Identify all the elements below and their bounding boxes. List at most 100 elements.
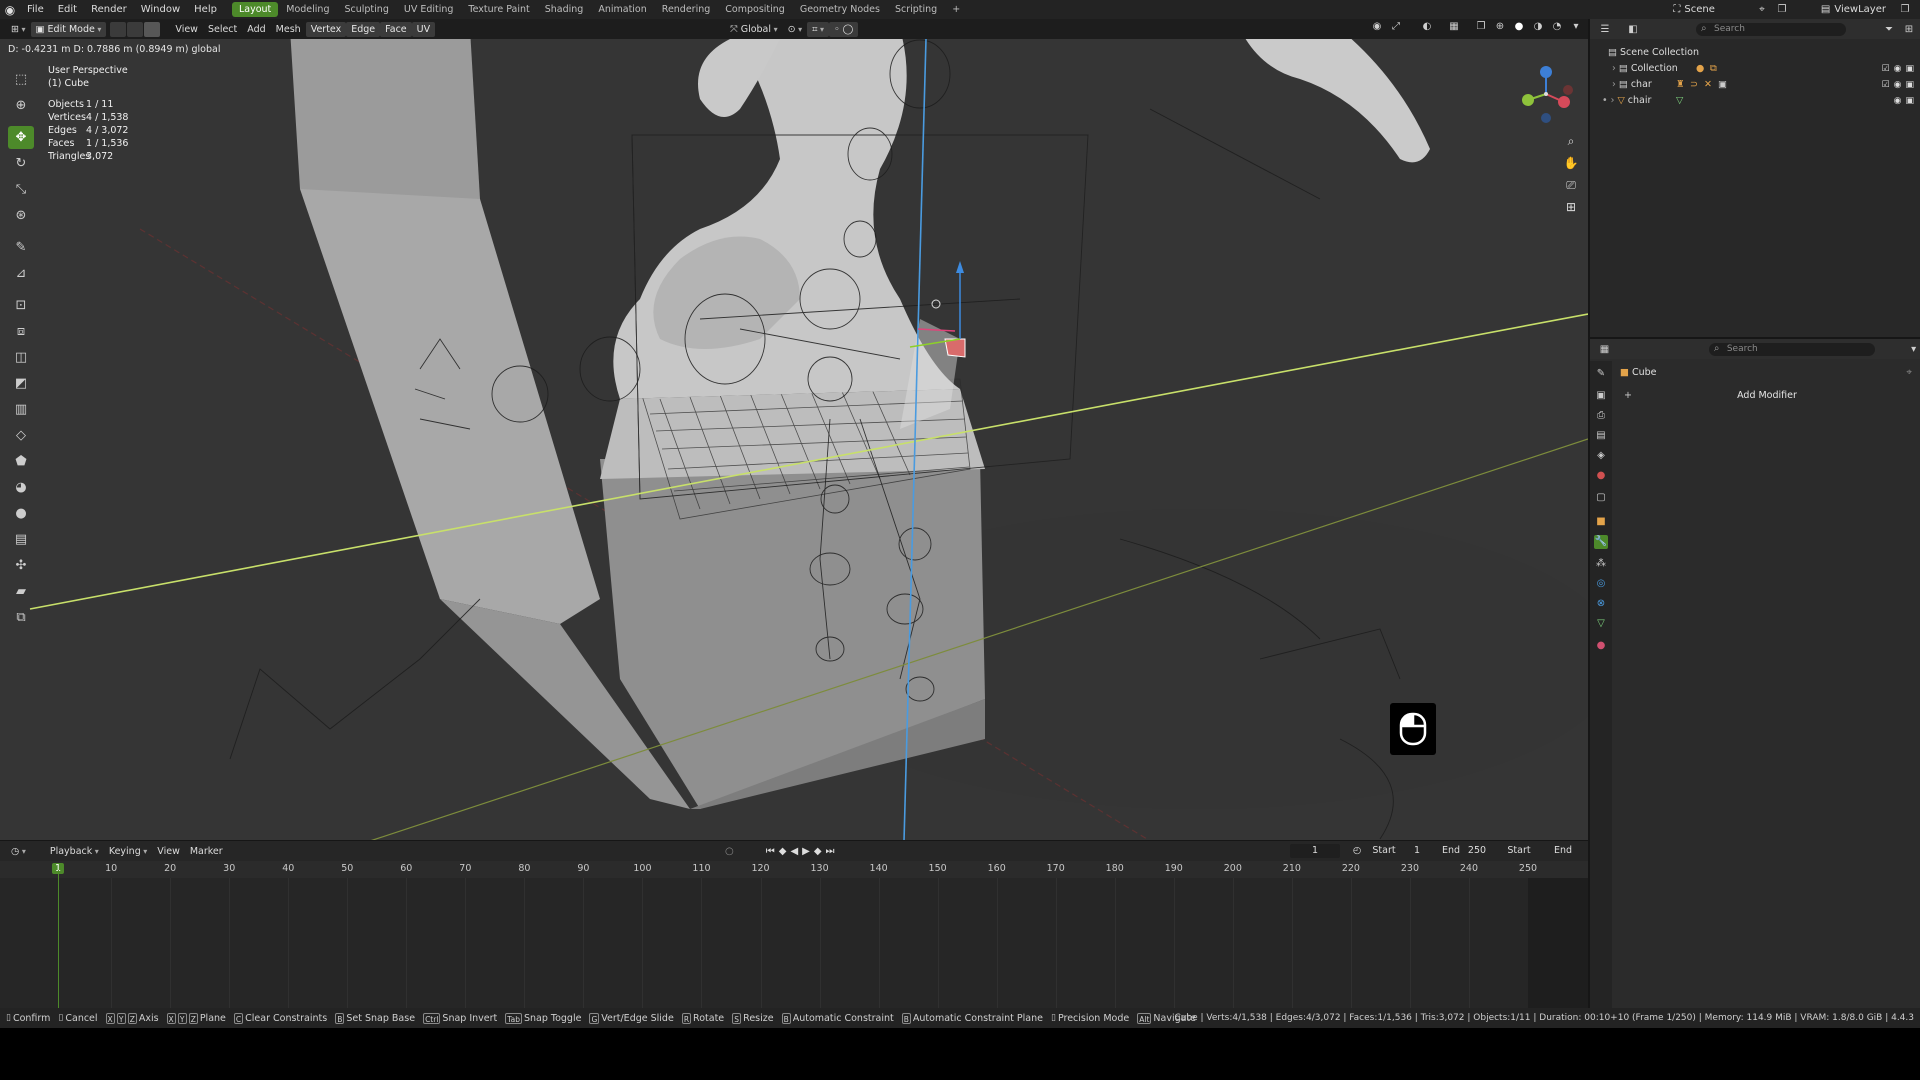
rip-region-icon[interactable]: ⧉ (8, 606, 34, 629)
pin-icon[interactable]: ⌖ (1906, 367, 1912, 378)
collection-tab-icon[interactable]: ▢ (1594, 491, 1608, 505)
snap-icon[interactable]: ⌗ (807, 21, 830, 37)
wireframe-shading-icon[interactable]: ⊕ (1493, 20, 1507, 33)
spin-icon[interactable]: ◕ (8, 476, 34, 499)
mesh-overlay-icon[interactable]: ▦ (1447, 20, 1461, 33)
menu-view[interactable]: View (170, 22, 203, 37)
modifier-tab-icon[interactable]: 🔧 (1594, 535, 1608, 549)
gizmo-toggle-icon[interactable]: ⤢ (1389, 20, 1403, 33)
bevel-icon[interactable]: ◩ (8, 372, 34, 395)
camera-view-icon[interactable]: ⎚ (1562, 176, 1580, 194)
pivot-icon[interactable]: ⊙ (783, 22, 808, 37)
axis-gizmo-icon[interactable] (1516, 62, 1576, 132)
constraints-tab-icon[interactable]: ⊗ (1594, 597, 1608, 611)
eye-icon[interactable]: ◉ (1894, 93, 1902, 109)
play-icon[interactable]: ▶ (802, 846, 810, 857)
render-icon[interactable]: ▣ (1905, 93, 1914, 109)
add-modifier-button[interactable]: + Add Modifier (1618, 387, 1916, 405)
scene-tab-icon[interactable]: ◈ (1594, 449, 1608, 463)
transform-orientation[interactable]: ⤧ Global (725, 22, 783, 37)
extrude-icon[interactable]: ⧈ (8, 320, 34, 343)
add-cube-icon[interactable]: ⊡ (8, 294, 34, 317)
view-layer-selector[interactable]: ▤ ViewLayer (1815, 3, 1892, 17)
menu-render[interactable]: Render (84, 0, 134, 19)
scale-icon[interactable]: ⤡ (8, 178, 34, 201)
zoom-icon[interactable]: ⌕ (1562, 132, 1580, 150)
tab-uv-editing[interactable]: UV Editing (397, 2, 461, 17)
exclude-checkbox[interactable]: ☑ (1882, 77, 1890, 93)
playhead[interactable] (58, 870, 59, 1008)
face-select-icon[interactable] (144, 21, 161, 37)
menu-timeline-view[interactable]: View (152, 844, 185, 859)
tool-tab-icon[interactable]: ✎ (1594, 367, 1608, 381)
properties-options-icon[interactable]: ▾ (1907, 343, 1920, 356)
add-workspace-icon[interactable]: + (945, 2, 967, 17)
measure-icon[interactable]: ⊿ (8, 262, 34, 285)
editor-type-icon[interactable]: ⊞ (6, 22, 31, 37)
knife-icon[interactable]: ◇ (8, 424, 34, 447)
tab-scripting[interactable]: Scripting (888, 2, 944, 17)
timeline-area[interactable] (0, 878, 1588, 1008)
render-icon[interactable]: ▣ (1905, 61, 1914, 77)
autokey-icon[interactable]: ○ (725, 846, 734, 857)
tab-animation[interactable]: Animation (591, 2, 653, 17)
loop-cut-icon[interactable]: ▥ (8, 398, 34, 421)
menu-marker[interactable]: Marker (185, 844, 228, 859)
world-tab-icon[interactable]: ● (1594, 469, 1608, 483)
outliner-item-char[interactable]: › ▤ char ♜ ⊃ ✕ ▣ ☑ ◉ ▣ (1590, 77, 1920, 93)
menu-vertex[interactable]: Vertex (305, 21, 347, 37)
pin-icon[interactable]: ⌖ (1755, 3, 1769, 16)
xray-icon[interactable]: ❐ (1474, 20, 1488, 33)
material-shading-icon[interactable]: ◑ (1531, 20, 1545, 33)
play-reverse-icon[interactable]: ◀ (790, 846, 798, 857)
shear-icon[interactable]: ▰ (8, 580, 34, 603)
area-divider-timeline[interactable] (0, 840, 1588, 841)
tab-texture-paint[interactable]: Texture Paint (461, 2, 536, 17)
properties-search-input[interactable]: Search (1708, 342, 1876, 356)
outliner-editor-icon[interactable]: ☰ (1598, 23, 1612, 36)
view-layer-tab-icon[interactable]: ▤ (1594, 429, 1608, 443)
filter-icon[interactable]: ⏷ (1882, 23, 1896, 36)
menu-edge[interactable]: Edge (346, 21, 381, 37)
mode-selector[interactable]: ▣ Edit Mode (30, 21, 107, 37)
render-tab-icon[interactable]: ▣ (1594, 389, 1608, 403)
menu-playback[interactable]: Playback (45, 844, 104, 859)
smooth-icon[interactable]: ● (8, 502, 34, 525)
overlay-toggle-icon[interactable]: ◐ (1420, 20, 1434, 33)
render-icon[interactable]: ▣ (1905, 77, 1914, 93)
outliner-item-chair[interactable]: • › ▽ chair ▽ ◉ ▣ (1590, 93, 1920, 109)
properties-editor-icon[interactable]: ▦ (1598, 343, 1611, 356)
menu-select[interactable]: Select (203, 22, 242, 37)
display-mode-icon[interactable]: ◧ (1626, 23, 1640, 36)
current-frame-field[interactable]: 1 (1290, 844, 1340, 858)
tab-compositing[interactable]: Compositing (718, 2, 792, 17)
menu-mesh[interactable]: Mesh (271, 22, 306, 37)
pan-hand-icon[interactable]: ✋ (1562, 154, 1580, 172)
menu-edit[interactable]: Edit (51, 0, 84, 19)
blender-logo-icon[interactable]: ◉ (0, 0, 20, 19)
copy-layer-icon[interactable]: ❐ (1898, 3, 1912, 16)
prev-keyframe-icon[interactable]: ◆ (779, 846, 787, 857)
navigation-gizmo[interactable]: ⌕ ✋ ⎚ ⊞ (1516, 62, 1578, 214)
expand-icon[interactable]: › (1612, 79, 1619, 90)
end-frame-field[interactable]: 250 (1462, 844, 1492, 858)
timeline-ruler[interactable]: 1 10 20 30 40 50 60 70 80 90 100 110 120 130 140 150 160… (0, 861, 1588, 878)
menu-keying[interactable]: Keying (104, 844, 152, 859)
data-tab-icon[interactable]: ▽ (1594, 617, 1608, 631)
tab-modeling[interactable]: Modeling (279, 2, 336, 17)
material-tab-icon[interactable]: ● (1594, 639, 1608, 653)
area-divider-right[interactable] (1590, 337, 1920, 339)
tab-geometry-nodes[interactable]: Geometry Nodes (793, 2, 887, 17)
rotate-icon[interactable]: ↻ (8, 152, 34, 175)
poly-build-icon[interactable]: ⬟ (8, 450, 34, 473)
proportional-edit-icon[interactable]: ◦ ◯ (829, 21, 859, 37)
outliner-scene-collection[interactable]: ▤ Scene Collection (1590, 45, 1920, 61)
menu-add[interactable]: Add (242, 22, 270, 37)
outliner-search-input[interactable]: Search (1696, 22, 1846, 36)
tab-sculpting[interactable]: Sculpting (337, 2, 395, 17)
outliner-item-collection[interactable]: › ▤ Collection ● ⧉ ☑ ◉ ▣ (1590, 61, 1920, 77)
menu-uv[interactable]: UV (411, 21, 436, 37)
shading-options-icon[interactable]: ▾ (1569, 20, 1583, 33)
jump-end-icon[interactable]: ⏭ (826, 846, 835, 857)
menu-face[interactable]: Face (380, 21, 412, 37)
